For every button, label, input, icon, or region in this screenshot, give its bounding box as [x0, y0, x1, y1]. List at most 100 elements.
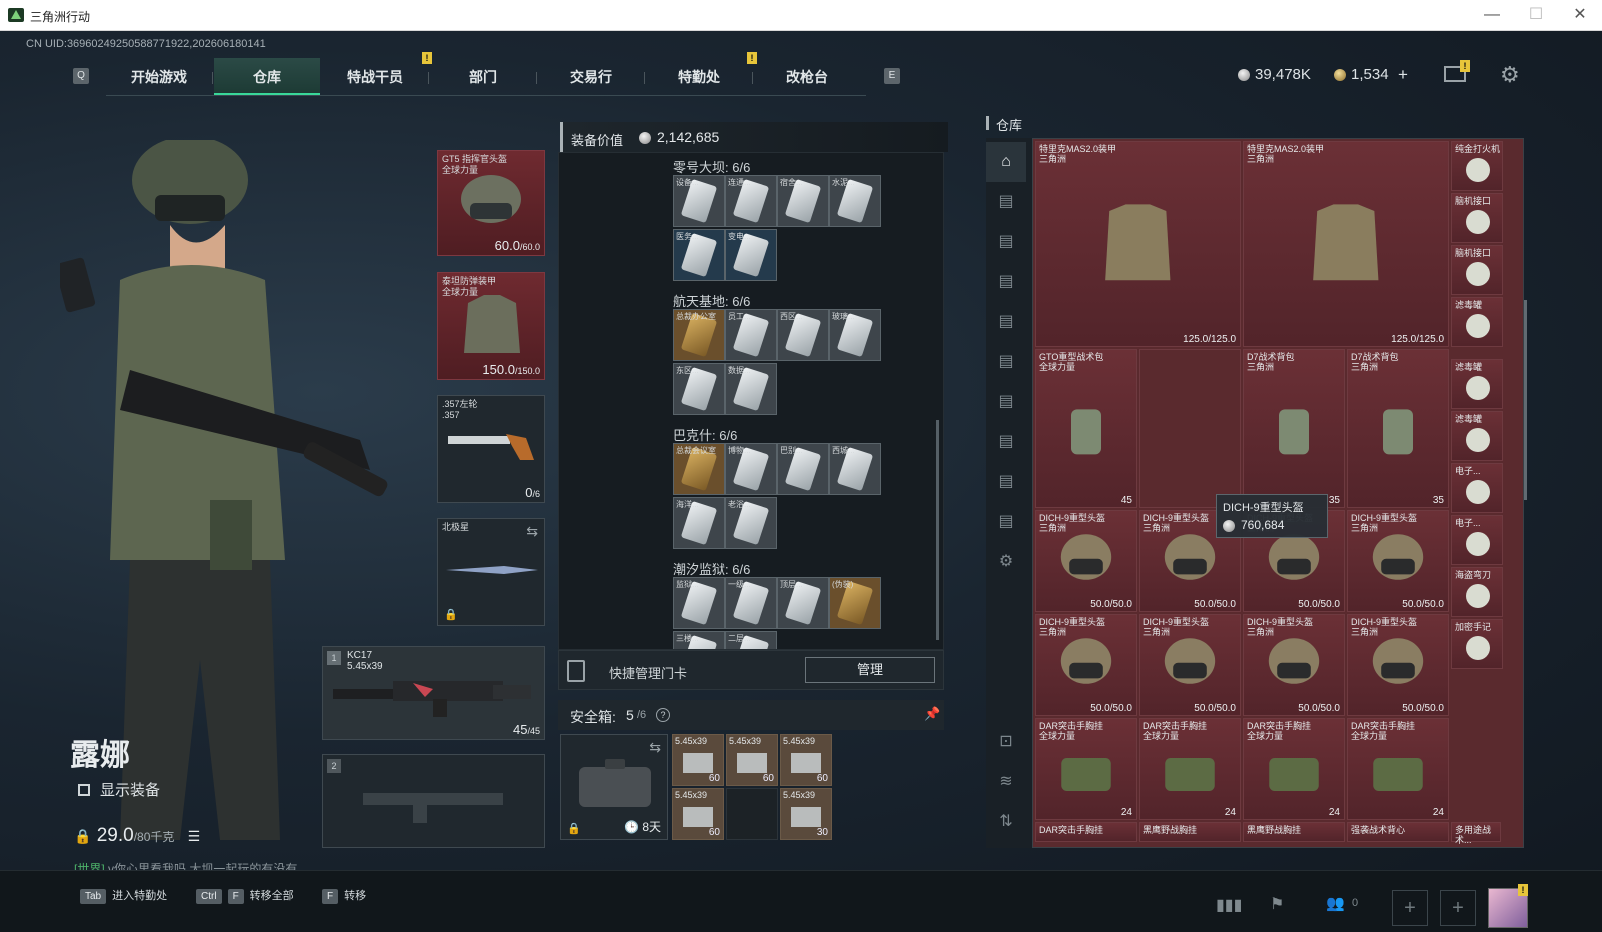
stash-item[interactable]: DAR突击手胸挂 全球力量 24 [1347, 718, 1449, 821]
keycard-item[interactable]: 二层... [725, 631, 777, 649]
flag-icon[interactable]: ⚑ [1270, 894, 1284, 914]
list-icon[interactable]: ☰ [188, 828, 201, 844]
keycard-item[interactable]: 西区... [777, 309, 829, 361]
secondary-weapon-slot[interactable]: 2 [322, 754, 545, 848]
stash-item[interactable]: DICH-9重型头盔三角洲 50.0/50.0 [1243, 614, 1345, 717]
keycard-item[interactable]: 员工... [725, 309, 777, 361]
stash-page-icon[interactable]: ▤ [986, 222, 1026, 262]
tab-warehouse[interactable]: 仓库 [214, 58, 320, 96]
swap-icon[interactable]: ⇆ [526, 523, 538, 540]
stash-all-icon[interactable]: ⌂ [986, 142, 1026, 182]
ammo-box[interactable]: 5.45x39 30 [780, 788, 832, 840]
stash-item[interactable]: 特里克MAS2.0装甲 三角洲 125.0/125.0 [1035, 141, 1241, 347]
maximize-button[interactable]: ☐ [1522, 4, 1550, 26]
stash-page-icon[interactable]: ▤ [986, 422, 1026, 462]
stash-side-item[interactable]: 滤毒罐 [1451, 411, 1503, 461]
swap-icon[interactable]: ⇆ [649, 739, 661, 756]
stash-page-icon[interactable]: ▤ [986, 182, 1026, 222]
ammo-box[interactable]: 5.45x39 60 [672, 788, 724, 840]
add-party-slot-button[interactable]: + [1440, 890, 1476, 926]
keycard-list[interactable]: 零号大坝: 6/6 设备... 连通... 宿舍... 水泥... 医务... 变电... 航… [558, 152, 944, 650]
help-icon[interactable]: ? [656, 708, 670, 722]
tab-special-ops[interactable]: 特勤处 [646, 58, 752, 96]
stash-item[interactable]: 黑鹰野战胸挂 [1139, 822, 1241, 843]
stash-page-icon[interactable]: ▤ [986, 302, 1026, 342]
keycard-item[interactable]: 总裁会议室 [673, 443, 725, 495]
stash-page-icon[interactable]: ▤ [986, 462, 1026, 502]
stash-item[interactable]: D7战术背包 三角洲 35 [1243, 349, 1345, 509]
keycard-item[interactable]: 宿舍... [777, 175, 829, 227]
stash-side-item[interactable]: 脑机接口 [1451, 245, 1503, 295]
minimize-button[interactable]: — [1478, 4, 1506, 26]
add-party-slot-button[interactable]: + [1392, 890, 1428, 926]
stash-side-item[interactable]: 脑机接口 [1451, 193, 1503, 243]
keycard-item[interactable]: 玻璃... [829, 309, 881, 361]
tab-department[interactable]: 部门 [430, 58, 536, 96]
stash-item[interactable]: DAR突击手胸挂 [1035, 822, 1137, 843]
keycard-item[interactable]: 设备... [673, 175, 725, 227]
keycard-item[interactable]: 连通... [725, 175, 777, 227]
ammo-box[interactable]: 5.45x39 60 [672, 734, 724, 786]
tab-gunsmith[interactable]: 改枪台 [754, 58, 860, 96]
keycard-item[interactable]: 一级... [725, 577, 777, 629]
stash-item[interactable]: 特里克MAS2.0装甲 三角洲 125.0/125.0 [1243, 141, 1449, 347]
melee-slot[interactable]: 北极星 ⇆ 🔒 [437, 518, 545, 626]
stash-item[interactable]: 黑鹰野战胸挂 [1243, 822, 1345, 843]
stash-page-icon[interactable]: ▤ [986, 382, 1026, 422]
primary-weapon-slot[interactable]: 1 KC17 5.45x39 45/45 [322, 646, 545, 740]
empty-slot[interactable] [726, 788, 778, 840]
manage-button[interactable]: 管理 [805, 657, 935, 683]
keycard-item[interactable]: 医务... [673, 229, 725, 281]
stash-grid[interactable]: 特里克MAS2.0装甲 三角洲 125.0/125.0 特里克MAS2.0装甲 三角洲 1… [1032, 138, 1524, 848]
stash-item[interactable]: DICH-9重型头盔三角洲 50.0/50.0 [1139, 614, 1241, 717]
stash-sort-icon[interactable]: ⇅ [986, 802, 1026, 842]
safe-box-slot[interactable]: ⇆ 🔒 🕒 8天 [560, 734, 668, 840]
stash-side-item[interactable]: 滤毒罐 [1451, 297, 1503, 347]
keycard-item[interactable]: 数据... [725, 363, 777, 415]
transfer-hint[interactable]: F 转移 [322, 887, 366, 915]
keycard-item[interactable]: (伪装) [829, 577, 881, 629]
stash-item[interactable]: DAR突击手胸挂 全球力量 24 [1139, 718, 1241, 821]
stash-scrollbar[interactable] [1524, 300, 1527, 500]
keycard-item[interactable]: 变电... [725, 229, 777, 281]
friends-icon[interactable]: 👥 [1326, 894, 1345, 912]
transfer-all-hint[interactable]: Ctrl F 转移全部 [196, 887, 294, 915]
stash-item[interactable]: DICH-9重型头盔三角洲 50.0/50.0 [1347, 510, 1449, 613]
stash-page-icon[interactable]: ▤ [986, 342, 1026, 382]
keycard-item[interactable]: 水泥... [829, 175, 881, 227]
tab-trading[interactable]: 交易行 [538, 58, 644, 96]
stash-item[interactable]: DICH-9重型头盔三角洲 50.0/50.0 [1035, 510, 1137, 613]
stash-side-item[interactable]: 纯金打火机 [1451, 141, 1503, 191]
keycard-item[interactable]: 总裁办公室 [673, 309, 725, 361]
stash-item[interactable]: 多用途战术... [1451, 822, 1501, 845]
stash-page-icon[interactable]: ▤ [986, 502, 1026, 542]
keycard-item[interactable]: 老浴... [725, 497, 777, 549]
armor-slot[interactable]: 泰坦防弹装甲 全球力量 150.0/150.0 [437, 272, 545, 380]
ammo-box[interactable]: 5.45x39 60 [780, 734, 832, 786]
checkbox-icon[interactable] [78, 784, 90, 796]
stash-item[interactable] [1139, 349, 1241, 509]
stash-item[interactable]: D7战术背包 三角洲 35 [1347, 349, 1449, 509]
settings-gear-icon[interactable]: ⚙ [1500, 62, 1520, 88]
pistol-slot[interactable]: .357左轮 .357 0/6 [437, 395, 545, 503]
stash-item[interactable]: DAR突击手胸挂 全球力量 24 [1243, 718, 1345, 821]
show-equipment-toggle[interactable]: 显示装备 [78, 779, 160, 800]
stash-side-item[interactable]: 电子... [1451, 515, 1503, 565]
stash-filter-icon[interactable]: ⊡ [986, 722, 1026, 762]
stash-item[interactable]: DICH-9重型头盔三角洲 50.0/50.0 [1035, 614, 1137, 717]
helmet-slot[interactable]: GT5 指挥官头盔 全球力量 60.0/60.0 [437, 150, 545, 256]
keycard-item[interactable]: 巴别... [777, 443, 829, 495]
ammo-box[interactable]: 5.45x39 60 [726, 734, 778, 786]
stash-settings-gear-icon[interactable]: ⚙ [986, 542, 1026, 582]
enter-special-ops-hint[interactable]: Tab 进入特勤处 [80, 887, 167, 915]
keycard-item[interactable]: 东区... [673, 363, 725, 415]
add-currency-button[interactable]: + [1398, 65, 1408, 85]
keycard-item[interactable]: 监狱... [673, 577, 725, 629]
stash-item[interactable]: DICH-9重型头盔三角洲 50.0/50.0 [1347, 614, 1449, 717]
keycard-item[interactable]: 三楼... [673, 631, 725, 649]
stash-layers-icon[interactable]: ≋ [986, 762, 1026, 802]
stash-side-item[interactable]: 加密手记 [1451, 619, 1503, 669]
stash-side-item[interactable]: 滤毒罐 [1451, 359, 1503, 409]
pin-icon[interactable]: 📌 [924, 706, 940, 722]
keycard-item[interactable]: 博物... [725, 443, 777, 495]
